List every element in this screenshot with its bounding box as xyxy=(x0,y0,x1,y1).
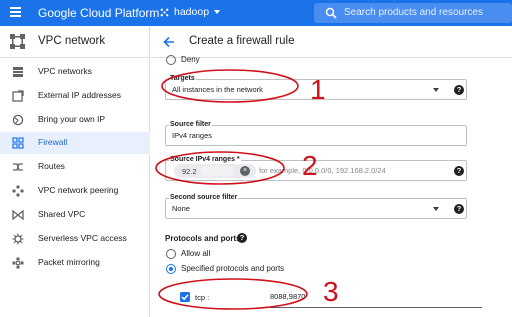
routes-icon xyxy=(13,163,23,171)
deny-radio[interactable] xyxy=(166,55,176,65)
sidebar-item-shared-vpc[interactable]: Shared VPC xyxy=(0,204,150,226)
second-source-filter-value: None xyxy=(172,204,190,213)
sidebar: VPC network VPC networks External IP add… xyxy=(0,26,150,317)
source-filter-select[interactable]: IPv4 ranges xyxy=(165,125,467,146)
source-ranges-placeholder: for example, 0.0.0.0/0, 192.168.2.0/24 xyxy=(259,166,386,175)
allow-all-radio[interactable] xyxy=(166,249,176,259)
sidebar-item-packet-mirroring[interactable]: Packet mirroring xyxy=(0,252,150,274)
tcp-ports-value: 8088,9870 xyxy=(270,292,306,301)
tcp-label: tcp : xyxy=(195,293,210,302)
sidebar-item-label: Routes xyxy=(38,161,65,171)
ip-range-chip[interactable]: 92.2 × xyxy=(174,164,256,178)
check-icon xyxy=(181,294,189,301)
vpc-network-icon xyxy=(10,34,25,49)
brand-title[interactable]: Google Cloud Platform xyxy=(38,6,159,20)
source-ipv4-ranges-input[interactable]: 92.2 × for example, 0.0.0.0/0, 192.168.2… xyxy=(165,160,467,181)
sidebar-item-label: VPC network peering xyxy=(38,185,119,195)
help-icon[interactable]: ? xyxy=(237,233,247,243)
sidebar-item-serverless-vpc[interactable]: Serverless VPC access xyxy=(0,228,150,250)
sidebar-item-label: External IP addresses xyxy=(38,90,121,100)
project-selector[interactable]: hadoop xyxy=(160,6,221,18)
shared-vpc-icon xyxy=(12,209,24,221)
allow-all-label: Allow all xyxy=(181,249,211,258)
sidebar-item-vpc-networks[interactable]: VPC networks xyxy=(0,61,150,83)
sidebar-item-label: Bring your own IP xyxy=(38,114,106,124)
top-app-bar: Google Cloud Platform hadoop Search prod… xyxy=(0,0,512,26)
back-arrow-icon[interactable] xyxy=(162,35,176,49)
byoip-globe-icon xyxy=(12,114,24,126)
specified-protocols-label: Specified protocols and ports xyxy=(181,264,285,273)
external-ip-icon xyxy=(12,90,24,102)
chevron-down-icon xyxy=(433,207,439,211)
sidebar-item-label: Shared VPC xyxy=(38,209,86,219)
source-filter-value: IPv4 ranges xyxy=(172,131,213,140)
targets-label: Targets xyxy=(169,75,196,82)
packet-mirroring-icon xyxy=(12,257,24,269)
hamburger-menu-icon[interactable] xyxy=(10,7,21,17)
page-header: Create a firewall rule xyxy=(151,26,512,58)
chevron-down-icon xyxy=(433,88,439,92)
sidebar-item-vpc-peering[interactable]: VPC network peering xyxy=(0,180,150,202)
chevron-down-icon xyxy=(214,10,221,14)
second-source-filter-label: Second source filter xyxy=(169,194,239,201)
source-filter-label: Source filter xyxy=(169,121,212,128)
search-input[interactable]: Search products and resources xyxy=(344,7,483,18)
second-source-filter-select[interactable]: None xyxy=(165,198,467,219)
main-content: Create a firewall rule Deny All instance… xyxy=(151,26,512,317)
protocols-label: Protocols and ports xyxy=(165,234,241,243)
search-icon xyxy=(325,7,337,19)
sidebar-item-bring-your-own-ip[interactable]: Bring your own IP xyxy=(0,109,150,131)
specified-protocols-radio[interactable] xyxy=(166,264,176,274)
help-icon[interactable]: ? xyxy=(454,166,464,176)
sidebar-item-label: Serverless VPC access xyxy=(38,233,127,243)
help-icon[interactable]: ? xyxy=(454,204,464,214)
tcp-checkbox[interactable] xyxy=(180,292,190,302)
serverless-icon xyxy=(12,233,24,245)
redacted-ip xyxy=(201,166,233,176)
tcp-ports-input[interactable]: 8088,9870 xyxy=(270,284,482,308)
network-grid-icon xyxy=(13,67,23,77)
targets-value: All instances in the network xyxy=(172,85,263,94)
sidebar-item-external-ip[interactable]: External IP addresses xyxy=(0,85,150,107)
deny-label: Deny xyxy=(181,55,200,64)
sidebar-item-label: Packet mirroring xyxy=(38,257,100,267)
project-name: hadoop xyxy=(174,6,210,18)
sidebar-item-firewall[interactable]: Firewall xyxy=(0,132,150,154)
sidebar-item-label: VPC networks xyxy=(38,66,92,76)
tcp-row: tcp : 8088,9870 xyxy=(177,284,497,312)
sidebar-header: VPC network xyxy=(0,26,150,58)
project-hex-icon xyxy=(160,8,169,16)
sidebar-item-label: Firewall xyxy=(38,137,68,147)
page-title: Create a firewall rule xyxy=(189,35,295,47)
firewall-icon xyxy=(12,137,24,149)
sidebar-item-routes[interactable]: Routes xyxy=(0,156,150,178)
source-ranges-label: Source IPv4 ranges * xyxy=(169,156,241,163)
help-icon[interactable]: ? xyxy=(454,85,464,95)
targets-select[interactable]: All instances in the network xyxy=(165,79,467,100)
search-bar[interactable]: Search products and resources xyxy=(314,3,512,23)
close-icon[interactable]: × xyxy=(240,166,250,176)
peering-icon xyxy=(12,185,24,197)
sidebar-title: VPC network xyxy=(38,35,106,47)
chip-text: 92.2 xyxy=(182,166,197,176)
